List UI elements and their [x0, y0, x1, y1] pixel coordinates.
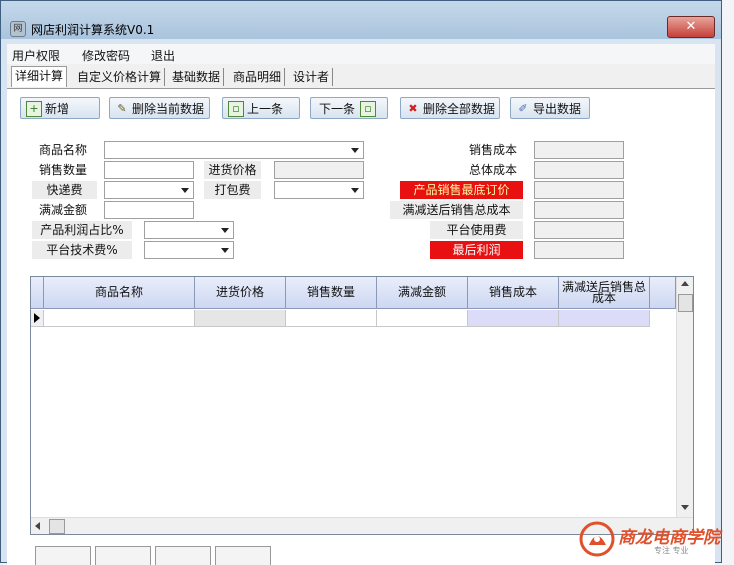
menu-exit[interactable]: 退出: [151, 47, 175, 64]
menu-bar: 用户权限 修改密码 退出: [7, 44, 715, 64]
label-discount-amount: 满减金额: [39, 203, 88, 217]
delete-x-icon: ✖: [408, 101, 418, 115]
bottom-button-4[interactable]: [215, 546, 271, 565]
delete-current-label: 删除当前数据: [132, 102, 205, 116]
label-sales-cost: 销售成本: [469, 143, 518, 157]
scroll-up-icon[interactable]: [681, 281, 689, 286]
current-row-arrow-icon: [34, 313, 40, 323]
close-button[interactable]: ✕: [667, 16, 715, 38]
delete-current-button[interactable]: ✎ 删除当前数据: [109, 97, 210, 119]
client-area: 用户权限 修改密码 退出 详细计算 自定义价格计算 基础数据 商品明细 设计者 …: [7, 44, 715, 565]
next-button[interactable]: 下一条 ▫: [310, 97, 388, 119]
export-label: 导出数据: [533, 102, 582, 116]
menu-change-password[interactable]: 修改密码: [82, 47, 130, 64]
label-after-discount-total: 满减送后销售总成本: [390, 201, 523, 219]
vertical-scrollbar[interactable]: [676, 277, 693, 517]
title-bar: 网 网店利润计算系统V0.1 ✕: [1, 1, 721, 39]
delete-all-label: 删除全部数据: [423, 102, 496, 116]
scroll-down-icon[interactable]: [681, 505, 689, 510]
platform-tech-fee-select[interactable]: [144, 241, 234, 259]
next-label: 下一条: [319, 102, 356, 116]
cell-after-discount-total: [559, 310, 650, 327]
add-label: 新增: [45, 102, 70, 116]
add-icon: +: [26, 100, 42, 117]
label-platform-tech-fee: 平台技术费%: [32, 241, 132, 259]
close-icon: ✕: [685, 19, 697, 34]
min-price-field: [534, 181, 624, 199]
label-sales-qty: 销售数量: [39, 163, 88, 177]
app-icon: 网: [10, 21, 26, 37]
col-purchase-price[interactable]: 进货价格: [195, 277, 286, 309]
menu-user-permissions[interactable]: 用户权限: [12, 47, 60, 64]
delete-all-button[interactable]: ✖ 删除全部数据: [400, 97, 500, 119]
bottom-button-2[interactable]: [95, 546, 151, 565]
pencil-icon: ✎: [117, 101, 127, 115]
logo-tagline: 专注 专业: [654, 546, 689, 555]
cell-product-name[interactable]: [44, 310, 195, 327]
app-window: 网 网店利润计算系统V0.1 ✕ 用户权限 修改密码 退出 详细计算 自定义价格…: [0, 0, 722, 565]
packing-fee-select[interactable]: [274, 181, 364, 199]
platform-usage-fee-field: [534, 221, 624, 239]
cell-purchase-price: [195, 310, 286, 327]
tab-strip: 详细计算 自定义价格计算 基础数据 商品明细 设计者: [7, 66, 715, 88]
col-sales-cost[interactable]: 销售成本: [468, 277, 559, 309]
label-profit-ratio: 产品利润占比%: [32, 221, 132, 239]
total-cost-field: [534, 161, 624, 179]
prev-button[interactable]: ▫ 上一条: [222, 97, 300, 119]
express-fee-select[interactable]: [104, 181, 194, 199]
prev-label: 上一条: [247, 102, 284, 116]
export-button[interactable]: ✐ 导出数据: [510, 97, 590, 119]
new-row-indicator[interactable]: [31, 310, 44, 327]
brand-logo: 商龙电商学院 专注 专业: [578, 519, 730, 559]
chevron-down-icon: [221, 228, 229, 233]
label-platform-usage-fee: 平台使用费: [430, 221, 523, 239]
cell-sales-qty[interactable]: [286, 310, 377, 327]
sales-qty-input[interactable]: [104, 161, 194, 179]
after-discount-total-field: [534, 201, 624, 219]
sales-cost-field: [534, 141, 624, 159]
tab-designer[interactable]: 设计者: [290, 68, 334, 86]
add-button[interactable]: + 新增: [20, 97, 100, 119]
logo-mark-icon: [579, 521, 615, 557]
col-after-discount-total[interactable]: 满减送后销售总成本: [559, 277, 650, 309]
tab-product-detail[interactable]: 商品明细: [230, 68, 286, 86]
col-discount-amount[interactable]: 满减金额: [377, 277, 468, 309]
scroll-thumb[interactable]: [678, 294, 693, 312]
label-purchase-price: 进货价格: [204, 161, 261, 179]
chevron-down-icon: [351, 188, 359, 193]
export-pen-icon: ✐: [518, 101, 528, 115]
final-profit-field: [534, 241, 624, 259]
bottom-button-1[interactable]: [35, 546, 91, 565]
label-product-name: 商品名称: [39, 143, 88, 157]
tab-custom-price[interactable]: 自定义价格计算: [74, 68, 166, 86]
chevron-down-icon: [351, 148, 359, 153]
hscroll-thumb[interactable]: [49, 519, 65, 534]
label-express-fee: 快递费: [32, 181, 97, 199]
product-name-select[interactable]: [104, 141, 364, 159]
cell-discount-amount[interactable]: [377, 310, 468, 327]
row-header-corner: [31, 277, 44, 309]
discount-amount-input[interactable]: [104, 201, 194, 219]
purchase-price-field: [274, 161, 364, 179]
cell-sales-cost: [468, 310, 559, 327]
col-sales-qty[interactable]: 销售数量: [286, 277, 377, 309]
bottom-button-3[interactable]: [155, 546, 211, 565]
prev-record-icon: ▫: [228, 100, 244, 117]
next-record-icon: ▫: [360, 100, 377, 117]
label-total-cost: 总体成本: [469, 163, 518, 177]
scroll-left-icon[interactable]: [35, 522, 40, 530]
tab-detail-calc[interactable]: 详细计算: [11, 66, 68, 87]
window-title: 网店利润计算系统V0.1: [31, 23, 155, 37]
label-packing-fee: 打包费: [204, 181, 261, 199]
chevron-down-icon: [181, 188, 189, 193]
chevron-down-icon: [221, 248, 229, 253]
col-product-name[interactable]: 商品名称: [44, 277, 195, 309]
tab-basic-data[interactable]: 基础数据: [169, 68, 225, 86]
label-min-price: 产品销售最底订价: [400, 181, 523, 199]
label-final-profit: 最后利润: [430, 241, 523, 259]
data-grid[interactable]: 商品名称 进货价格 销售数量 满减金额 销售成本 满减送后销售总成本: [30, 276, 694, 535]
col-filler: [650, 277, 676, 309]
profit-ratio-select[interactable]: [144, 221, 234, 239]
